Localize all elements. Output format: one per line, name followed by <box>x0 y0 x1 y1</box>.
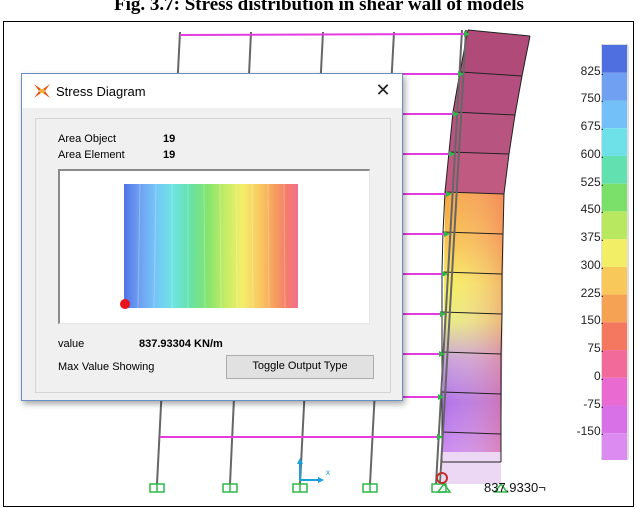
color-scale-label: -75. <box>583 396 604 411</box>
color-scale-swatch <box>602 239 627 267</box>
color-scale-label: 150. <box>580 313 604 328</box>
color-scale-label: 75. <box>587 341 604 356</box>
color-scale-label: -150. <box>576 424 604 439</box>
color-scale-label: 675. <box>580 119 604 134</box>
area-element-value: 19 <box>163 149 176 161</box>
stress-contour-plot[interactable] <box>58 169 370 324</box>
color-scale-label: 375. <box>580 230 604 245</box>
value-label: value <box>58 338 85 350</box>
color-scale-label: 300. <box>580 257 604 272</box>
color-scale-label: 450. <box>580 202 604 217</box>
stress-diagram-dialog[interactable]: Stress Diagram ✕ Area Object 19 Area Ele… <box>21 73 403 401</box>
color-scale-swatch <box>602 100 627 129</box>
color-scale-swatch <box>602 45 627 73</box>
area-object-label: Area Object <box>58 133 117 145</box>
area-element-label: Area Element <box>58 149 125 161</box>
color-scale-label: 750. <box>580 91 604 106</box>
element-stress-contour <box>120 183 298 309</box>
area-object-value: 19 <box>163 133 176 145</box>
dialog-titlebar[interactable]: Stress Diagram ✕ <box>22 74 402 108</box>
color-scale-swatch <box>602 211 627 240</box>
color-scale-label: 600. <box>580 146 604 161</box>
color-scale-label: 0. <box>593 368 604 383</box>
color-scale-swatch <box>602 350 627 378</box>
color-scale-label: 225. <box>580 285 604 300</box>
dialog-title: Stress Diagram <box>56 84 146 99</box>
max-value-point-marker <box>120 299 130 309</box>
color-scale-swatch <box>602 128 627 156</box>
stress-diagram-app-icon <box>34 84 50 98</box>
axis-x-label: x <box>326 468 330 477</box>
color-scale-swatch <box>602 72 627 101</box>
base-supports <box>149 482 509 493</box>
color-scale-bar <box>601 44 629 460</box>
color-scale-swatch <box>602 377 627 406</box>
color-scale-swatch <box>602 322 627 351</box>
color-scale-swatch <box>602 155 627 184</box>
result-value-tag: 837.9330¬ <box>484 480 546 495</box>
color-scale-swatch <box>602 433 627 460</box>
close-icon[interactable]: ✕ <box>370 78 396 102</box>
color-scale-swatch <box>602 266 627 295</box>
status-text: Max Value Showing <box>58 361 155 373</box>
color-scale-label: 525. <box>580 174 604 189</box>
color-scale-swatch <box>602 405 627 434</box>
toggle-output-type-button[interactable]: Toggle Output Type <box>226 355 374 379</box>
color-scale-swatch <box>602 294 627 323</box>
figure-caption: Fig. 3.7: Stress distribution in shear w… <box>114 0 524 15</box>
value-reading: 837.93304 KN/m <box>139 338 223 350</box>
model-viewport[interactable]: 825. 750. 675. 600. 525. 450. 375. 300. 225. 150.… <box>3 21 634 507</box>
color-scale-swatch <box>602 183 627 212</box>
color-scale-label: 825. <box>580 63 604 78</box>
shear-wall-contour <box>441 29 531 484</box>
